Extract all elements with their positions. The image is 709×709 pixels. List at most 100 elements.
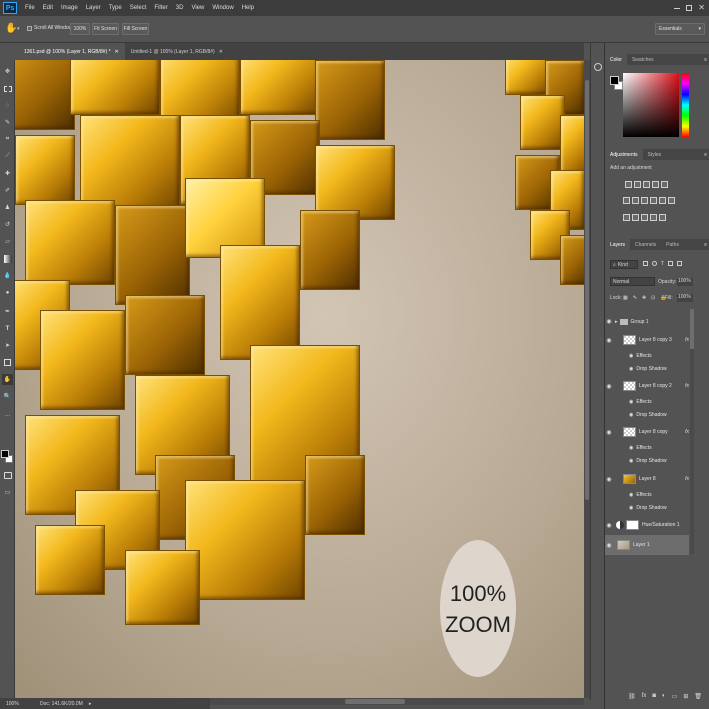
tool-preset-chevron-icon[interactable]: ▾ — [17, 26, 20, 32]
tab-styles[interactable]: Styles — [643, 149, 667, 160]
group-expand-chevron-icon[interactable]: ▸ — [615, 319, 618, 325]
tab-paths[interactable]: Paths — [661, 239, 684, 250]
layer-row-drop-shadow[interactable]: ◉ Drop Shadow — [605, 362, 689, 375]
photo-filter-icon[interactable] — [650, 197, 657, 204]
dodge-icon[interactable]: ● — [2, 287, 13, 298]
menu-3d[interactable]: 3D — [172, 5, 188, 11]
visibility-eye-icon[interactable]: ◉ — [605, 318, 613, 325]
layer-row-layer-8-copy-3[interactable]: ◉ Layer 8 copy 3 fx — [605, 331, 689, 349]
lock-icons[interactable]: ▦ ✎ ✥ ⊡ 🔒 — [623, 295, 667, 301]
layer-row-drop-shadow[interactable]: ◉ Drop Shadow — [605, 454, 689, 467]
tab-close-icon[interactable]: ✕ — [115, 49, 119, 55]
menu-layer[interactable]: Layer — [82, 5, 105, 11]
effect-visibility-icon[interactable]: ◉ — [629, 492, 633, 498]
visibility-eye-icon[interactable]: ◉ — [605, 522, 613, 529]
layer-scroll-thumb[interactable] — [690, 309, 694, 349]
hand-icon[interactable]: ✋ — [5, 23, 17, 34]
tab-color[interactable]: Color — [605, 54, 627, 65]
screen-mode-icon[interactable]: ▭ — [2, 487, 13, 498]
brightness-icon[interactable] — [625, 181, 632, 188]
zoom-icon[interactable]: 🔍 — [2, 391, 13, 402]
layer-scrollbar[interactable] — [690, 309, 694, 554]
layer-row-group-1[interactable]: ◉ ▸ Group 1 — [605, 315, 689, 328]
tab-layers[interactable]: Layers — [605, 239, 631, 250]
blur-icon[interactable]: 💧 — [2, 270, 13, 281]
threshold-icon[interactable] — [641, 214, 648, 221]
new-layer-icon[interactable]: ⊞ — [683, 693, 688, 703]
tab-channels[interactable]: Channels — [630, 239, 661, 250]
fx-icon[interactable]: fx — [685, 337, 689, 343]
horizontal-scroll-thumb[interactable] — [345, 699, 405, 704]
layer-row-layer-8-copy-2[interactable]: ◉ Layer 8 copy 2 fx — [605, 377, 689, 395]
layer-filter-icons[interactable]: T — [643, 261, 693, 268]
layer-row-drop-shadow[interactable]: ◉ Drop Shadow — [605, 501, 689, 514]
layer-row-layer-8-copy[interactable]: ◉ Layer 8 copy fx — [605, 423, 689, 441]
tab-swatches[interactable]: Swatches — [627, 54, 659, 65]
close-icon[interactable]: ✕ — [698, 3, 705, 12]
fx-icon[interactable]: fx — [685, 429, 689, 435]
curves-icon[interactable] — [643, 181, 650, 188]
tab-1361-psd[interactable]: 1361.psd @ 100% (Layer 1, RGB/8#) * ✕ — [18, 43, 125, 60]
panel-menu-icon[interactable]: ≡ — [704, 242, 707, 248]
tab-untitled-1[interactable]: Untitled-1 @ 100% (Layer 1, RGB/8#) ✕ — [125, 43, 229, 60]
panel-menu-icon[interactable]: ≡ — [704, 57, 707, 63]
effect-visibility-icon[interactable]: ◉ — [629, 445, 633, 451]
effect-visibility-icon[interactable]: ◉ — [629, 353, 633, 359]
fill-value[interactable]: 100% — [677, 294, 693, 302]
channel-mixer-icon[interactable] — [659, 197, 666, 204]
delete-layer-icon[interactable]: 🗑 — [694, 693, 702, 703]
edit-toolbar-icon[interactable]: ··· — [2, 410, 13, 421]
foreground-color-chip[interactable] — [610, 76, 619, 85]
foreground-color-swatch[interactable] — [1, 450, 9, 458]
panel-menu-icon[interactable]: ≡ — [704, 152, 707, 158]
history-panel-icon[interactable] — [594, 63, 602, 71]
hue-saturation-icon[interactable] — [623, 197, 630, 204]
layer-row-effects[interactable]: ◉ Effects — [605, 395, 689, 408]
maximize-icon[interactable] — [686, 5, 693, 11]
tab-adjustments[interactable]: Adjustments — [605, 149, 643, 160]
fill-screen-button[interactable]: Fill Screen — [122, 23, 149, 35]
selective-color-icon[interactable] — [659, 214, 666, 221]
effect-visibility-icon[interactable]: ◉ — [629, 412, 633, 418]
menu-image[interactable]: Image — [57, 5, 82, 11]
lasso-icon[interactable]: ◌ — [2, 100, 13, 111]
brush-icon[interactable]: ✐ — [2, 185, 13, 196]
menu-file[interactable]: File — [21, 5, 39, 11]
menu-edit[interactable]: Edit — [39, 5, 57, 11]
kind-filter-select[interactable]: ⌕ Kind — [610, 260, 638, 269]
gradient-map-icon[interactable] — [650, 214, 657, 221]
eraser-icon[interactable]: ▱ — [2, 236, 13, 247]
gradient-icon[interactable] — [2, 253, 13, 264]
new-group-icon[interactable]: ▭ — [672, 693, 678, 703]
shape-icon[interactable] — [2, 357, 13, 368]
type-icon[interactable]: T — [2, 323, 13, 334]
add-style-icon[interactable]: fx — [642, 693, 647, 703]
stamp-icon[interactable]: ♟ — [2, 202, 13, 213]
fit-screen-button[interactable]: Fit Screen — [92, 23, 119, 35]
invert-icon[interactable] — [623, 214, 630, 221]
layer-row-drop-shadow[interactable]: ◉ Drop Shadow — [605, 408, 689, 421]
pen-icon[interactable]: ✒ — [2, 306, 13, 317]
menu-type[interactable]: Type — [105, 5, 126, 11]
menu-select[interactable]: Select — [126, 5, 151, 11]
layer-row-layer-1[interactable]: ◉ Layer 1 — [605, 535, 689, 555]
menu-view[interactable]: View — [187, 5, 208, 11]
document-canvas[interactable]: 100% ZOOM — [15, 60, 584, 698]
posterize-icon[interactable] — [632, 214, 639, 221]
add-mask-icon[interactable]: ◙ — [652, 693, 656, 703]
menu-help[interactable]: Help — [238, 5, 258, 11]
vibrance-icon[interactable] — [661, 181, 668, 188]
hue-slider[interactable] — [682, 73, 689, 137]
zoom-100-button[interactable]: 100% — [70, 23, 90, 35]
scroll-all-checkbox[interactable] — [27, 26, 32, 31]
new-adjustment-icon[interactable]: ◐ — [662, 693, 666, 703]
menu-window[interactable]: Window — [208, 5, 237, 11]
opacity-value[interactable]: 100% — [677, 278, 693, 286]
marquee-icon[interactable] — [2, 83, 13, 94]
link-layers-icon[interactable]: ⛓ — [628, 693, 636, 703]
levels-icon[interactable] — [634, 181, 641, 188]
fx-icon[interactable]: fx — [685, 383, 689, 389]
workspace-select[interactable]: Essentials ▾ — [655, 23, 705, 35]
history-brush-icon[interactable]: ↺ — [2, 219, 13, 230]
status-zoom[interactable]: 100% — [6, 701, 40, 707]
